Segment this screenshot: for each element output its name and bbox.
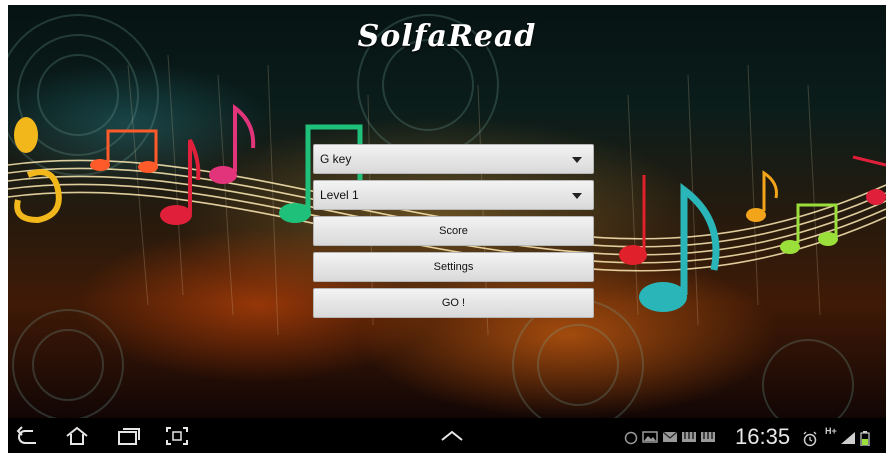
signal-icon: [841, 432, 855, 444]
alarm-icon: [803, 431, 817, 447]
settings-button[interactable]: Settings: [313, 252, 594, 282]
dropdown-arrow-icon: [572, 157, 582, 163]
gallery-icon: [642, 431, 658, 443]
whatsapp-icon: [624, 431, 638, 445]
key-select-value: G key: [320, 152, 352, 166]
level-select-value: Level 1: [320, 188, 359, 202]
go-button[interactable]: GO !: [313, 288, 594, 318]
piano-app-icon: [701, 432, 715, 442]
score-button[interactable]: Score: [313, 216, 594, 246]
app-title: SolfaRead: [357, 19, 537, 54]
dropdown-arrow-icon: [572, 193, 582, 199]
level-select[interactable]: Level 1: [313, 180, 594, 210]
piano-app-icon: [682, 432, 696, 442]
mail-icon: [662, 431, 678, 442]
recent-apps-icon[interactable]: [116, 426, 140, 446]
system-navigation-bar: 16:35 H+: [8, 418, 886, 453]
home-icon[interactable]: [65, 426, 89, 446]
key-select[interactable]: G key: [313, 144, 594, 174]
back-icon[interactable]: [16, 426, 40, 446]
music-background-art: [8, 14, 886, 418]
screenshot-icon[interactable]: [165, 426, 189, 446]
app-screen: SolfaRead G key Level 1 Score Settings G…: [8, 5, 886, 418]
network-type-label: H+: [825, 426, 837, 436]
chevron-up-icon[interactable]: [440, 426, 464, 446]
battery-icon: [860, 431, 870, 446]
status-clock: 16:35: [735, 424, 791, 449]
